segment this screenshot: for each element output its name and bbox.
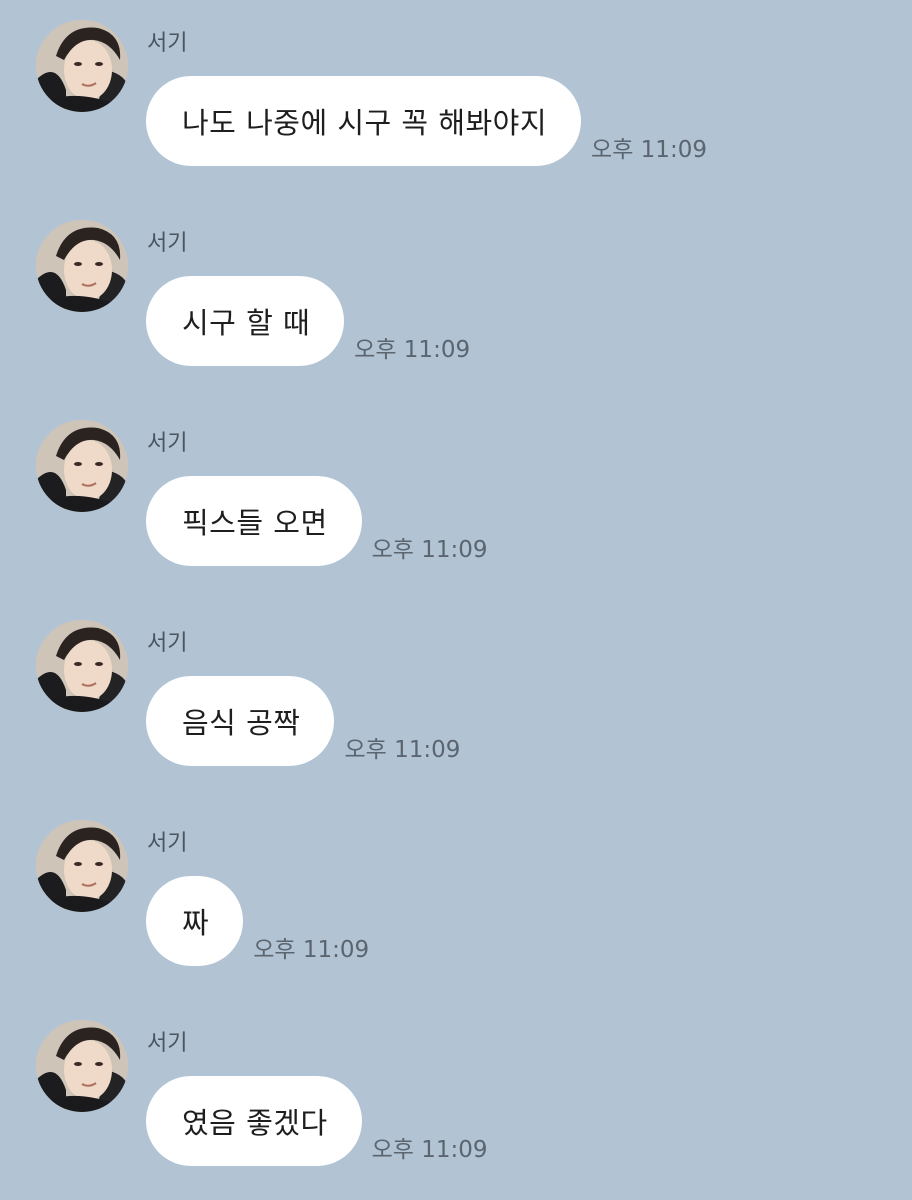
message-row: 픽스들 오면 오후 11:09 [146,476,488,566]
message-bubble[interactable]: 나도 나중에 시구 꼭 해봐야지 [146,76,582,166]
message-row: 시구 할 때 오후 11:09 [146,276,470,366]
message-time: 오후 11:09 [354,337,471,363]
message-time: 오후 11:09 [371,537,488,563]
profile-photo-icon [36,20,128,112]
message-group: 서기 짜 오후 11:09 [0,800,912,990]
sender-name: 서기 [147,1031,188,1056]
sender-name: 서기 [147,631,188,656]
message-row: 짜 오후 11:09 [146,876,369,966]
profile-photo-icon [36,620,128,712]
sender-name: 서기 [147,31,188,56]
message-row: 였음 좋겠다 오후 11:09 [146,1076,488,1166]
message-group: 서기 픽스들 오면 오후 11:09 [0,400,912,590]
profile-photo-icon [36,820,128,912]
sender-name: 서기 [147,431,188,456]
message-bubble[interactable]: 픽스들 오면 [146,476,362,566]
profile-photo-icon [36,420,128,512]
avatar[interactable] [36,220,128,312]
avatar[interactable] [36,620,128,712]
message-time: 오후 11:09 [591,137,707,163]
sender-name: 서기 [147,831,188,856]
message-bubble[interactable]: 음식 공짝 [146,676,335,766]
avatar[interactable] [36,20,128,112]
message-group: 서기 나도 나중에 시구 꼭 해봐야지 오후 11:09 [0,0,912,190]
sender-name: 서기 [147,231,188,256]
chat-room: 서기 나도 나중에 시구 꼭 해봐야지 오후 11:09 서기 시구 할 때 오… [0,0,912,1200]
avatar[interactable] [36,1020,128,1112]
message-time: 오후 11:09 [344,737,461,763]
message-group: 서기 음식 공짝 오후 11:09 [0,600,912,790]
message-row: 나도 나중에 시구 꼭 해봐야지 오후 11:09 [146,76,707,166]
profile-photo-icon [36,1020,128,1112]
message-bubble[interactable]: 시구 할 때 [146,276,345,366]
avatar[interactable] [36,420,128,512]
profile-photo-icon [36,220,128,312]
message-bubble[interactable]: 짜 [146,876,244,966]
message-row: 음식 공짝 오후 11:09 [146,676,460,766]
message-bubble[interactable]: 였음 좋겠다 [146,1076,362,1166]
message-time: 오후 11:09 [253,937,370,963]
message-time: 오후 11:09 [371,1137,488,1163]
avatar[interactable] [36,820,128,912]
message-group: 서기 였음 좋겠다 오후 11:09 [0,1000,912,1190]
message-group: 서기 시구 할 때 오후 11:09 [0,200,912,390]
